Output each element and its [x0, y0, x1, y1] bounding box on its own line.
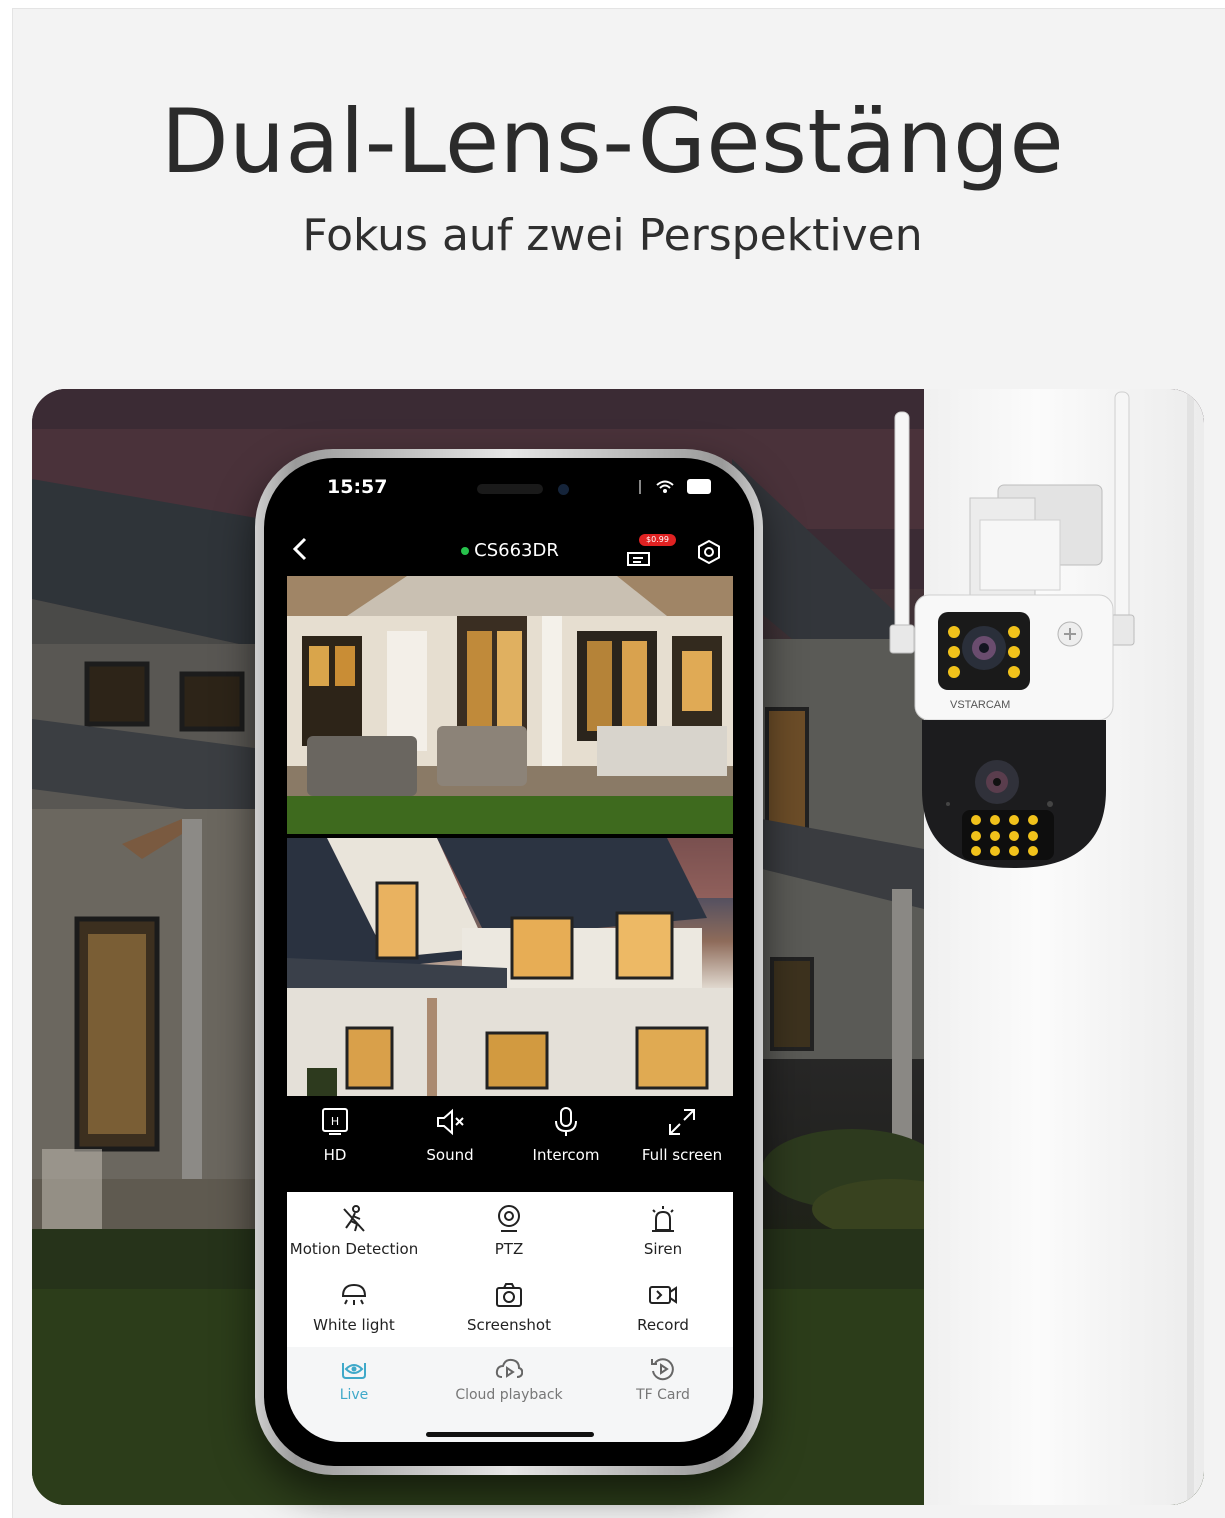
- tf-card-replay-icon: [651, 1358, 674, 1381]
- settings-icon[interactable]: [696, 539, 722, 565]
- siren-icon: [652, 1206, 674, 1232]
- home-indicator: [426, 1432, 594, 1437]
- battery-icon: [687, 479, 712, 494]
- ptz-camera-icon: [498, 1205, 520, 1232]
- hd-button[interactable]: H HD: [287, 1106, 390, 1164]
- status-icons: [639, 476, 712, 495]
- video-record-icon: [649, 1286, 677, 1304]
- expand-icon: [669, 1109, 695, 1135]
- tab-cloud-playback-label: Cloud playback: [455, 1387, 563, 1403]
- app-screen: 15:57 CS663DR $0.99 H HD Sound Intercom …: [287, 468, 733, 1442]
- speaker-grille: [477, 484, 543, 494]
- motion-detection-label: Motion Detection: [289, 1240, 419, 1258]
- live-eye-icon: [342, 1363, 366, 1379]
- video-feed-lens-2[interactable]: [287, 838, 733, 1096]
- full-screen-button[interactable]: Full screen: [627, 1106, 733, 1164]
- bottom-tab-bar: Live Cloud playback TF Card: [287, 1347, 733, 1442]
- video-feed-lens-1[interactable]: [287, 576, 733, 834]
- tab-live-label: Live: [339, 1387, 369, 1403]
- motion-detection-icon: [343, 1205, 365, 1232]
- security-camera-image: VSTARCAM: [889, 391, 1135, 868]
- camera-brand-label: VSTARCAM: [950, 699, 1010, 711]
- ptz-label: PTZ: [494, 1240, 524, 1258]
- lamp-icon: [341, 1283, 367, 1305]
- motion-detection-button[interactable]: Motion Detection: [287, 1204, 428, 1258]
- svg-text:H: H: [331, 1115, 339, 1128]
- tab-live[interactable]: Live: [287, 1355, 428, 1403]
- tab-tf-card-label: TF Card: [636, 1387, 690, 1403]
- microphone-icon: [555, 1107, 577, 1136]
- full-screen-label: Full screen: [641, 1146, 723, 1164]
- banner-title: Dual-Lens-Gestänge: [160, 90, 1065, 193]
- signal-bar-icon: [639, 479, 641, 494]
- ptz-button[interactable]: PTZ: [435, 1204, 583, 1258]
- function-grid: Motion Detection PTZ Siren White light S…: [287, 1192, 733, 1357]
- status-time: 15:57: [327, 476, 388, 498]
- tab-cloud-playback[interactable]: Cloud playback: [435, 1355, 583, 1403]
- device-name-text: CS663DR: [474, 540, 559, 561]
- screenshot-button[interactable]: Screenshot: [435, 1280, 583, 1334]
- siren-button[interactable]: Siren: [589, 1204, 733, 1258]
- speaker-muted-icon: [437, 1108, 464, 1136]
- siren-label: Siren: [643, 1240, 683, 1258]
- white-light-button[interactable]: White light: [287, 1280, 428, 1334]
- online-status-dot: [461, 547, 470, 555]
- record-button[interactable]: Record: [589, 1280, 733, 1334]
- cloud-playback-icon: [495, 1358, 524, 1378]
- wall-seam: [1187, 389, 1194, 1505]
- screenshot-label: Screenshot: [467, 1316, 551, 1334]
- video-controls-bar: H HD Sound Intercom Full screen: [287, 1096, 733, 1192]
- wifi-icon: [656, 480, 674, 493]
- hd-icon: H: [322, 1108, 348, 1135]
- cloud-service-icon[interactable]: [625, 545, 655, 567]
- sound-label: Sound: [426, 1146, 474, 1164]
- intercom-button[interactable]: Intercom: [511, 1106, 621, 1164]
- tab-tf-card[interactable]: TF Card: [589, 1355, 733, 1403]
- white-light-label: White light: [313, 1316, 395, 1334]
- camera-icon: [496, 1283, 522, 1307]
- record-label: Record: [637, 1316, 689, 1334]
- sound-button[interactable]: Sound: [395, 1106, 505, 1164]
- app-header: CS663DR $0.99: [287, 530, 733, 572]
- intercom-label: Intercom: [532, 1146, 600, 1164]
- hd-label: HD: [323, 1146, 347, 1164]
- banner-subtitle: Fokus auf zwei Perspektiven: [302, 210, 923, 261]
- front-camera: [558, 484, 569, 495]
